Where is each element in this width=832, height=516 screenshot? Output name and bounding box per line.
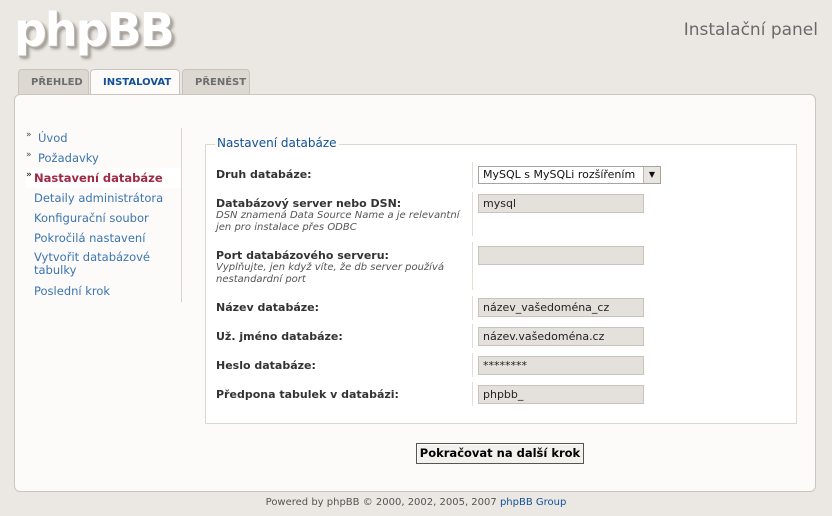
page-title: Instalační panel [683,20,818,40]
sidebar-item-uvod[interactable]: » Úvod [26,128,182,148]
check-arrow-icon: » [26,150,32,160]
sidebar-item-pozadavky[interactable]: » Požadavky [26,148,182,168]
db-type-row: Druh databáze: [216,168,312,181]
footer-link[interactable]: phpBB Group [500,497,566,508]
chevron-down-icon[interactable]: ▼ [643,167,660,183]
db-port-explain: Vyplňujte, jen když víte, že db server p… [216,262,444,285]
tab-instalovat[interactable]: INSTALOVAT [90,69,180,96]
db-type-select[interactable]: MySQL s MySQLi rozšířením ▼ [478,166,661,184]
footer: Powered by phpBB © 2000, 2002, 2005, 200… [0,497,832,508]
column-divider [472,382,473,406]
sidebar-item-detaily-administratora[interactable]: Detaily administrátora [26,188,182,208]
db-pass-label: Heslo databáze: [216,359,316,372]
current-arrow-icon: » [26,170,32,180]
fieldset-legend: Nastavení databáze [215,136,339,150]
column-divider [472,192,473,236]
db-pass-row: Heslo databáze: [216,359,316,372]
db-name-row: Název databáze: [216,301,319,314]
db-port-row: Port databázového serveru: Vyplňujte, je… [216,249,461,286]
table-prefix-row: Předpona tabulek v databázi: [216,388,399,401]
db-host-row: Databázový server nebo DSN: DSN znamená … [216,197,461,234]
column-divider [472,353,473,377]
db-pass-input[interactable]: ******** [478,356,644,375]
phpbb-logo: phpBB [14,3,175,57]
sidebar-item-pokrocila-nastaveni[interactable]: Pokročilá nastavení [26,228,182,248]
sidebar-item-label: Poslední krok [34,284,111,298]
column-divider [472,324,473,348]
sidebar-item-posledni-krok[interactable]: Poslední krok [26,281,182,301]
table-prefix-input[interactable]: phpbb_ [478,385,644,404]
check-arrow-icon: » [26,130,32,140]
db-host-label: Databázový server nebo DSN: [216,197,402,210]
sidebar-menu: » Úvod » Požadavky » Nastavení databáze … [26,128,182,301]
table-prefix-label: Předpona tabulek v databázi: [216,388,399,401]
db-user-row: Už. jméno databáze: [216,330,343,343]
sidebar-item-nastaveni-databaze[interactable]: » Nastavení databáze [26,168,182,188]
db-name-label: Název databáze: [216,301,320,314]
column-divider [472,162,473,188]
sidebar-item-label: Úvod [38,131,68,145]
db-type-label: Druh databáze: [216,168,312,181]
sidebar-item-label: Detaily administrátora [34,191,164,205]
sidebar-item-label: Požadavky [38,151,99,165]
db-port-label: Port databázového serveru: [216,249,389,262]
column-divider [472,296,473,320]
db-port-input[interactable] [478,246,644,265]
db-user-label: Už. jméno databáze: [216,330,343,343]
sidebar-item-label: Pokročilá nastavení [34,231,146,245]
tab-prenest[interactable]: PŘENÉST [182,69,250,95]
sidebar-divider [181,128,182,302]
sidebar-item-vytvorit-tabulky[interactable]: Vytvořit databázové tabulky [26,248,182,281]
footer-text: Powered by phpBB © 2000, 2002, 2005, 200… [265,497,497,508]
db-host-explain: DSN znamená Data Source Name a je releva… [216,210,460,233]
db-name-input[interactable]: název_vašedoména_cz [478,298,644,317]
sidebar-item-label: Vytvořit databázové tabulky [34,250,151,277]
continue-button[interactable]: Pokračovat na další krok [416,443,584,464]
sidebar-item-label: Konfigurační soubor [34,211,149,225]
column-divider [472,242,473,290]
tab-prehled[interactable]: PŘEHLED [18,69,89,95]
db-user-input[interactable]: název.vašedoména.cz [478,327,644,346]
sidebar-item-konfiguracni-soubor[interactable]: Konfigurační soubor [26,208,182,228]
db-type-value: MySQL s MySQLi rozšířením [483,168,636,181]
db-host-input[interactable]: mysql [478,194,644,213]
sidebar-item-label: Nastavení databáze [34,171,163,185]
